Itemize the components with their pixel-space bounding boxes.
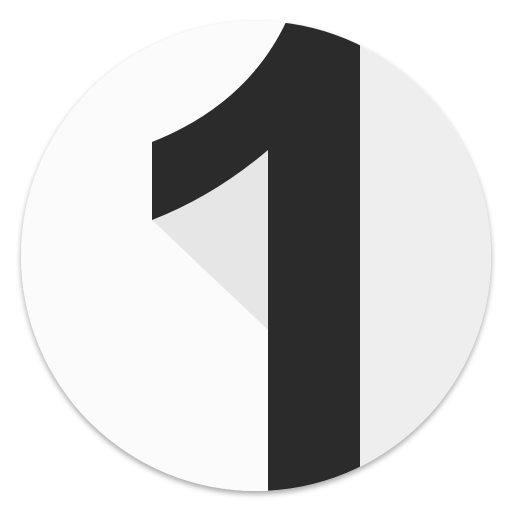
one-app-icon: [21, 21, 491, 491]
icon-canvas: [0, 0, 512, 512]
right-shade: [360, 21, 491, 491]
